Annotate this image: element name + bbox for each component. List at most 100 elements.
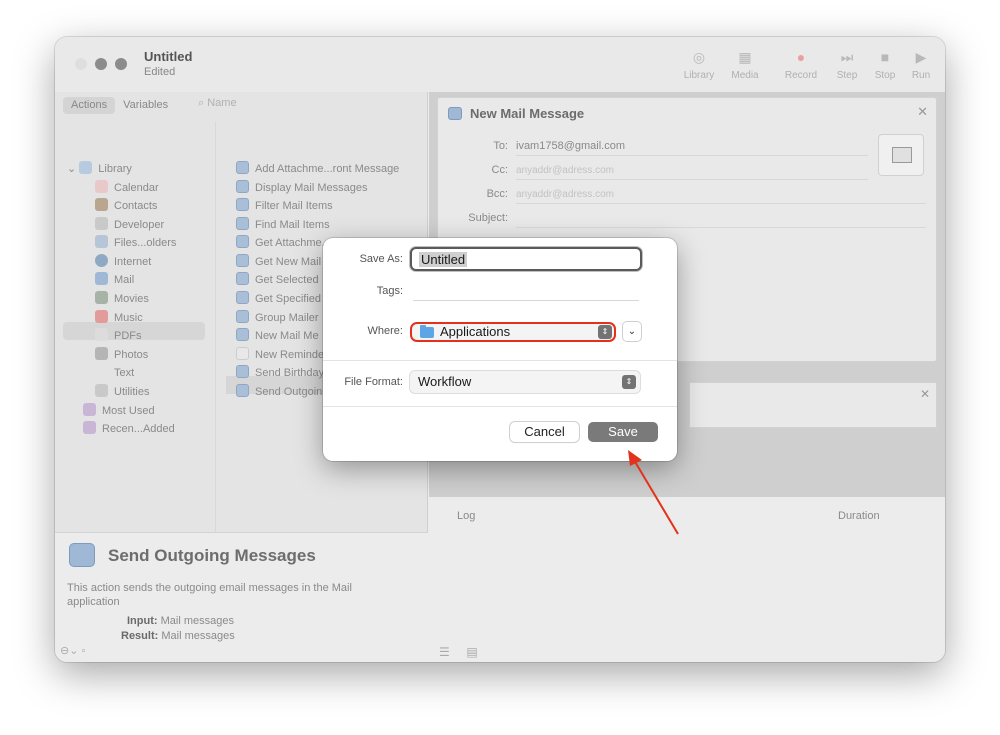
to-label: To: — [493, 140, 508, 152]
record-button[interactable]: ● Record — [783, 49, 819, 81]
action-label: Send Birthday — [255, 367, 325, 379]
music-icon — [95, 310, 108, 323]
library-item-internet[interactable]: Internet — [95, 253, 151, 271]
library-label: Files...olders — [114, 237, 177, 249]
library-item-files[interactable]: Files...olders — [95, 234, 176, 252]
library-item-music[interactable]: Music — [95, 309, 143, 327]
description-input: Input: Mail messages — [127, 615, 234, 627]
list-item[interactable]: Send Outgoin — [236, 383, 322, 401]
stop-button[interactable]: ■ Stop — [867, 49, 903, 81]
library-label: Library — [683, 70, 715, 81]
library-button[interactable]: ◎ Library — [681, 49, 717, 81]
tab-variables[interactable]: Variables — [115, 97, 176, 114]
library-item-library[interactable]: ⌄ Library — [67, 160, 132, 178]
library-item-photos[interactable]: Photos — [95, 346, 148, 364]
step-button[interactable]: ⏭ Step — [829, 49, 865, 81]
search-icon: ⌕ — [198, 97, 208, 109]
action-description: Send Outgoing Messages This action sends… — [55, 532, 428, 662]
media-button[interactable]: ▦ Media — [727, 49, 763, 81]
where-popup[interactable]: Applications ⇕ — [410, 322, 616, 342]
library-item-utilities[interactable]: Utilities — [95, 383, 149, 401]
record-icon: ● — [796, 49, 806, 65]
bcc-label: Bcc: — [486, 188, 508, 200]
file-format-popup[interactable]: Workflow ⇕ — [410, 371, 640, 393]
run-label: Run — [911, 70, 931, 81]
address-book-button[interactable] — [878, 134, 924, 176]
minimize-window-button[interactable] — [95, 58, 107, 70]
where-label: Where: — [367, 325, 403, 337]
divider — [323, 360, 677, 361]
library-label: Developer — [114, 219, 165, 231]
library-item-movies[interactable]: Movies — [95, 290, 149, 308]
action-label: Get Specified — [255, 293, 322, 305]
library-item-developer[interactable]: Developer — [95, 216, 164, 234]
library-item-text[interactable]: Text — [95, 364, 134, 382]
stop-icon: ■ — [880, 49, 890, 65]
subject-underline — [516, 227, 926, 228]
contact-card-icon — [892, 147, 912, 163]
run-button[interactable]: ▶ Run — [903, 49, 939, 81]
mail-icon — [236, 235, 249, 248]
library-item-contacts[interactable]: Contacts — [95, 197, 157, 215]
list-item[interactable]: Get Specified — [236, 290, 321, 308]
library-item-most-used[interactable]: Most Used — [83, 402, 155, 420]
utilities-icon — [95, 384, 108, 397]
library-label: Movies — [114, 293, 149, 305]
list-item[interactable]: Group Mailer — [236, 309, 319, 327]
library-label: Mail — [114, 274, 135, 286]
divider — [323, 406, 677, 407]
mail-icon — [448, 107, 462, 120]
log-header[interactable]: Log — [457, 510, 475, 522]
zoom-window-button[interactable] — [115, 58, 127, 70]
mail-icon — [236, 198, 249, 211]
bcc-field[interactable]: anyaddr@adress.com — [516, 189, 614, 200]
library-label: Music — [114, 312, 143, 324]
close-icon[interactable]: ✕ — [917, 104, 928, 120]
list-item[interactable]: Add Attachme...ront Message — [236, 160, 399, 178]
library-item-pdfs[interactable]: PDFs — [95, 327, 142, 345]
action-label: New Reminde — [255, 349, 325, 361]
files-icon — [95, 235, 108, 248]
library-search[interactable]: ⌕ Name — [198, 97, 237, 110]
library-item-recently-added[interactable]: Recen...Added — [83, 420, 175, 438]
action-label: Add Attachme...ront Message — [255, 163, 400, 175]
list-item[interactable]: Filter Mail Items — [236, 197, 333, 215]
cancel-button[interactable]: Cancel — [510, 422, 579, 442]
save-button[interactable]: Save — [588, 422, 658, 442]
library-item-calendar[interactable]: Calendar — [95, 179, 159, 197]
duration-header[interactable]: Duration — [838, 510, 880, 522]
media-label: Media — [731, 70, 759, 81]
close-icon[interactable]: ✕ — [920, 387, 930, 401]
library-label: Calendar — [114, 182, 159, 194]
list-item[interactable]: Get Selected — [236, 271, 319, 289]
to-field[interactable]: ivam1758@gmail.com — [516, 140, 625, 152]
library-item-mail[interactable]: Mail — [95, 271, 134, 289]
run-icon: ▶ — [915, 49, 927, 65]
log-view-toggle[interactable]: ☰ ▤ — [439, 645, 478, 659]
developer-icon — [95, 217, 108, 230]
close-window-button[interactable] — [75, 58, 87, 70]
tags-field[interactable] — [413, 300, 639, 301]
send-outgoing-action: ✕ — [689, 382, 937, 428]
chevron-down-icon: ⌄ — [627, 326, 637, 337]
record-label: Record — [784, 70, 818, 81]
cc-label: Cc: — [491, 164, 509, 176]
mail-icon — [236, 272, 249, 285]
list-item[interactable]: New Reminde — [236, 346, 324, 364]
library-label: PDFs — [114, 330, 142, 342]
action-title: New Mail Message — [448, 106, 584, 121]
library-tabs: Actions Variables — [63, 97, 176, 114]
options-menu[interactable]: ⊖⌄ ▫ — [60, 644, 85, 657]
list-item[interactable]: Send Birthday — [236, 364, 324, 382]
tags-label: Tags: — [376, 285, 403, 297]
list-item[interactable]: Display Mail Messages — [236, 179, 367, 197]
expand-dialog-button[interactable]: ⌄ — [623, 322, 641, 341]
list-item[interactable]: Get New Mail — [236, 253, 321, 271]
tab-actions[interactable]: Actions — [63, 97, 116, 114]
save-as-field[interactable]: Untitled — [410, 247, 642, 271]
folder-icon — [83, 421, 96, 434]
list-item[interactable]: New Mail Me — [236, 327, 319, 345]
cc-field[interactable]: anyaddr@adress.com — [516, 165, 614, 176]
mail-icon — [236, 384, 249, 397]
list-item[interactable]: Find Mail Items — [236, 216, 330, 234]
